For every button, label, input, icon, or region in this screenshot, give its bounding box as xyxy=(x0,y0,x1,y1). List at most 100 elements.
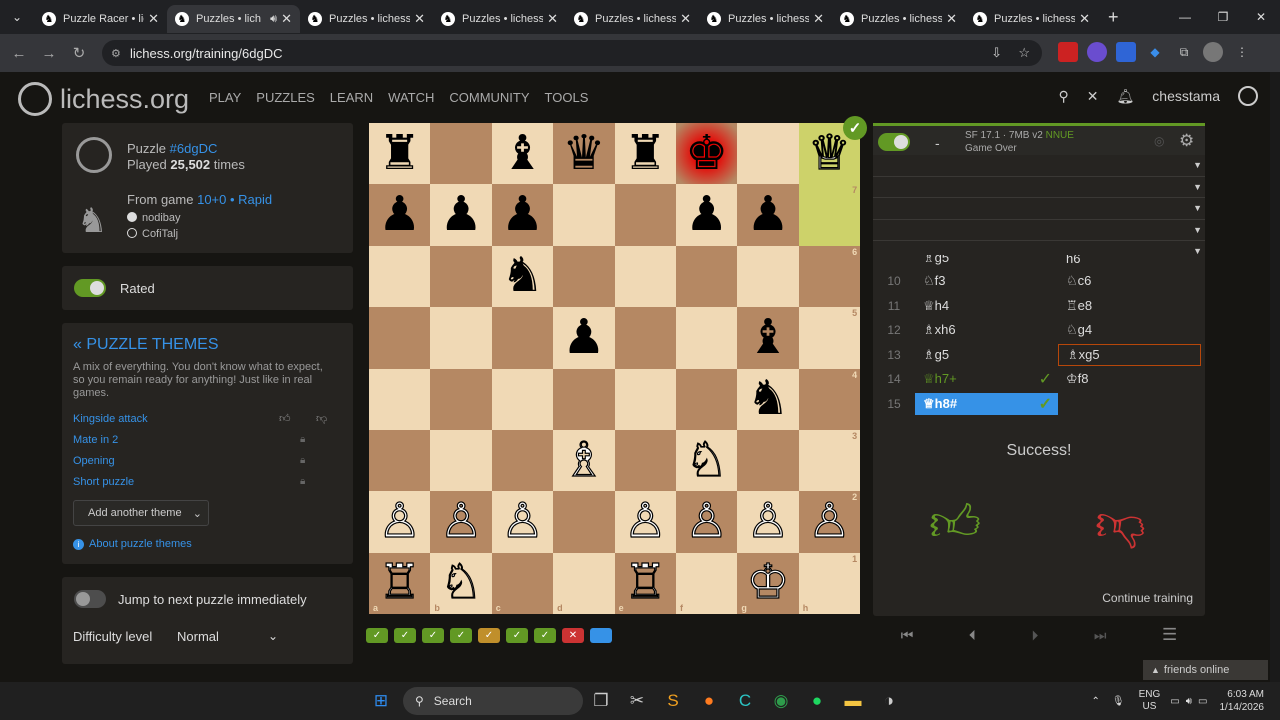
bookmark-star-icon[interactable]: ☆ xyxy=(1018,45,1030,61)
history-ok-square[interactable]: ✓ xyxy=(366,628,388,643)
last-move-icon[interactable]: ⏭ xyxy=(1094,627,1107,644)
profile-avatar-icon[interactable] xyxy=(1203,42,1223,62)
square-a8[interactable]: ♜ xyxy=(369,123,431,185)
tab-search-chevron-icon[interactable]: ⌄ xyxy=(0,0,34,34)
url-field[interactable]: ⚙ lichess.org/training/6dgDC ⇩ ☆ xyxy=(102,40,1042,66)
square-h6[interactable]: 6 xyxy=(798,245,861,308)
chess-app-icon[interactable]: ◑ xyxy=(871,683,907,719)
engine-line[interactable]: ▼ xyxy=(873,155,1205,177)
engine-line[interactable]: ▼ xyxy=(873,220,1205,241)
square-h3[interactable]: 3 xyxy=(798,429,861,492)
square-c8[interactable]: ♝ xyxy=(491,123,554,185)
theme-link[interactable]: Opening xyxy=(73,455,115,467)
page-scrollbar[interactable] xyxy=(1270,72,1280,682)
install-icon[interactable]: ⇩ xyxy=(991,45,1002,61)
user-menu[interactable]: chesstama xyxy=(1152,88,1220,104)
white-move[interactable]: ♗xh6 xyxy=(915,319,1058,341)
history-ok-square[interactable]: ✓ xyxy=(534,628,556,643)
chess-board[interactable]: ♜♝♛♜♚♕8♟♟♟♟♟7♞6♟♝5♞4♗♘3♙♙♙♙♙♙♙2♖a♘bcd♖ef… xyxy=(369,123,861,615)
history-ok-square[interactable]: ✓ xyxy=(394,628,416,643)
square-f3[interactable]: ♘ xyxy=(675,429,738,492)
chess-piece[interactable]: ♞ xyxy=(501,252,544,300)
expand-line-icon[interactable]: ▼ xyxy=(1193,203,1202,213)
clock-time[interactable]: 6:03 AM xyxy=(1220,688,1264,701)
chess-piece[interactable]: ♙ xyxy=(623,497,667,546)
square-c1[interactable]: c xyxy=(491,552,554,615)
white-move[interactable]: ♗g5 xyxy=(915,344,1058,366)
square-b3[interactable] xyxy=(430,429,492,492)
spotify-icon[interactable]: ● xyxy=(799,683,835,719)
back-icon[interactable]: ← xyxy=(4,45,34,62)
square-a7[interactable]: ♟ xyxy=(369,184,431,246)
browser-tab[interactable]: ♞ Puzzles • lich 🔊︎ ✕ xyxy=(167,5,300,33)
network-icon[interactable]: ▭ xyxy=(1170,696,1179,707)
chess-piece[interactable]: ♜ xyxy=(624,129,667,178)
thumbs-down-icon[interactable]: 👎︎ xyxy=(1095,498,1146,548)
site-info-icon[interactable]: ⚙ xyxy=(111,47,121,60)
jump-toggle[interactable] xyxy=(74,590,106,608)
square-g3[interactable] xyxy=(737,429,799,492)
square-d1[interactable]: d xyxy=(553,552,615,615)
task-view-icon[interactable]: ❐ xyxy=(583,683,619,719)
first-move-icon[interactable]: ⏮ xyxy=(901,627,914,644)
nav-tools[interactable]: TOOLS xyxy=(545,90,589,105)
browser-tab[interactable]: ♞ Puzzles • lichess. ✕ xyxy=(566,5,699,33)
nav-play[interactable]: PLAY xyxy=(209,90,241,105)
rated-toggle[interactable] xyxy=(74,279,106,297)
expand-line-icon[interactable]: ▼ xyxy=(1193,182,1202,192)
close-window-icon[interactable]: ✕ xyxy=(1242,0,1280,34)
square-g2[interactable]: ♙ xyxy=(737,491,799,553)
continue-training-button[interactable]: Continue training xyxy=(1102,591,1193,605)
square-e6[interactable] xyxy=(614,245,676,308)
black-move[interactable]: ♘g4 xyxy=(1058,319,1201,341)
snipping-tool-icon[interactable]: ✂ xyxy=(619,683,655,719)
engine-toggle[interactable] xyxy=(878,133,910,151)
square-f6[interactable] xyxy=(675,245,738,308)
square-d4[interactable] xyxy=(553,368,615,430)
nav-watch[interactable]: WATCH xyxy=(388,90,434,105)
chess-piece[interactable]: ♙ xyxy=(378,497,422,546)
reload-icon[interactable]: ↻ xyxy=(64,44,94,62)
theme-link[interactable]: Mate in 2 xyxy=(73,434,118,446)
firefox-icon[interactable]: ● xyxy=(691,683,727,719)
history-ok-square[interactable]: ✓ xyxy=(450,628,472,643)
square-d2[interactable] xyxy=(553,491,615,553)
close-tab-icon[interactable]: ✕ xyxy=(1079,11,1090,27)
square-e1[interactable]: ♖ e xyxy=(614,552,676,615)
square-h5[interactable]: 5 xyxy=(798,307,861,369)
square-g7[interactable]: ♟ xyxy=(737,184,799,246)
browser-tab[interactable]: ♞ Puzzles • lichess. ✕ xyxy=(699,5,832,33)
history-current-square[interactable] xyxy=(590,628,612,643)
chess-piece[interactable]: ♝ xyxy=(747,313,790,362)
close-tab-icon[interactable]: ✕ xyxy=(281,11,292,27)
square-f5[interactable] xyxy=(675,307,738,369)
extension-red-icon[interactable] xyxy=(1058,42,1078,62)
theme-link[interactable]: Kingside attack xyxy=(73,413,148,425)
close-tab-icon[interactable]: ✕ xyxy=(680,11,691,27)
black-move[interactable]: h6 xyxy=(1058,255,1201,269)
expand-line-icon[interactable]: ▼ xyxy=(1193,160,1202,170)
white-player-link[interactable]: nodibay xyxy=(142,212,181,224)
chess-piece[interactable]: ♖ xyxy=(623,558,667,607)
square-c2[interactable]: ♙ xyxy=(491,491,554,553)
maximize-icon[interactable]: ❐ xyxy=(1204,0,1242,34)
black-player-link[interactable]: CofiTalj xyxy=(142,228,178,240)
square-a3[interactable] xyxy=(369,429,431,492)
square-a2[interactable]: ♙ xyxy=(369,491,431,553)
new-tab-button[interactable]: + xyxy=(1108,7,1119,28)
chess-piece[interactable]: ♟ xyxy=(562,313,605,362)
chess-piece[interactable]: ♙ xyxy=(500,497,544,546)
chess-piece[interactable]: ♙ xyxy=(746,497,790,546)
square-c4[interactable] xyxy=(491,368,554,430)
square-a4[interactable] xyxy=(369,368,431,430)
chess-piece[interactable]: ♙ xyxy=(439,497,483,546)
square-b1[interactable]: ♘ b xyxy=(430,552,492,615)
vote-down-icon[interactable]: 👎︎ xyxy=(316,412,327,425)
square-c7[interactable]: ♟ xyxy=(491,184,554,246)
region-indicator[interactable]: US xyxy=(1139,701,1161,713)
square-f4[interactable] xyxy=(675,368,738,430)
white-move[interactable]: ♕h7+ ✓ xyxy=(915,368,1058,390)
square-a1[interactable]: ♖ a xyxy=(369,552,431,615)
nav-learn[interactable]: LEARN xyxy=(330,90,373,105)
add-theme-select[interactable]: Add another theme ⌄ xyxy=(73,500,209,526)
